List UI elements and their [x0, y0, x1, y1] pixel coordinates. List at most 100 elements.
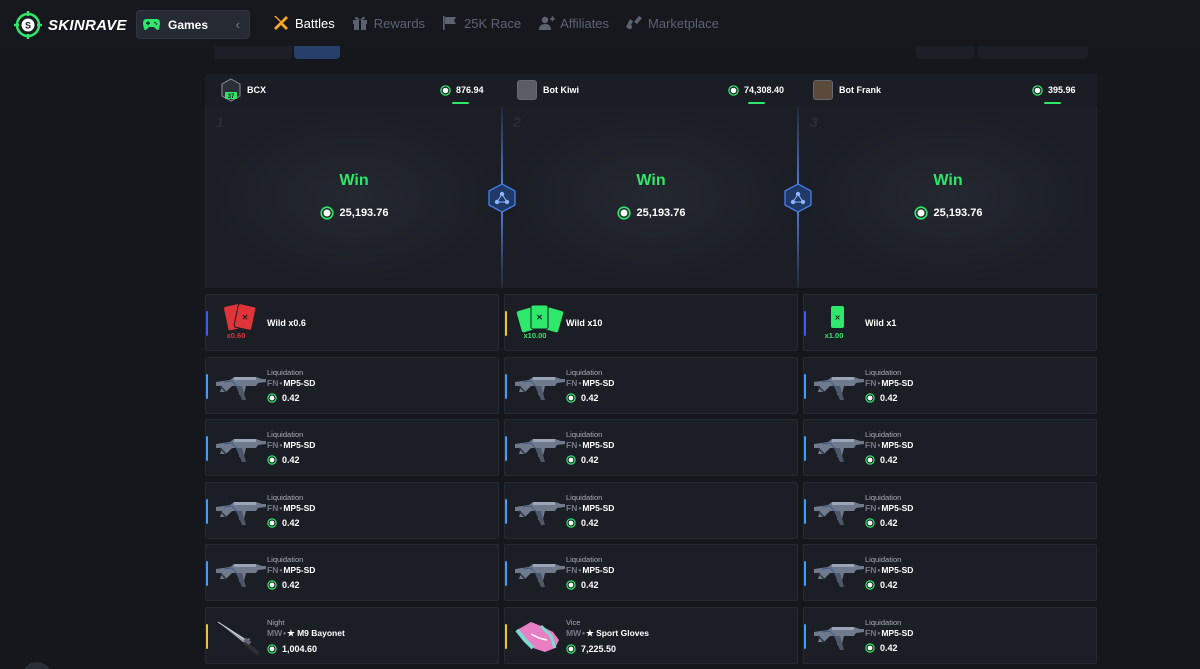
chevron-left-icon[interactable]: ‹: [236, 17, 240, 32]
brand-name: SKINRAVE: [48, 16, 127, 34]
battles-icon: [272, 14, 290, 32]
drop-item-card[interactable]: Liquidation FN•MP5-SD 0.42: [205, 357, 499, 414]
separator-dot: •: [877, 628, 881, 638]
item-price-value: 0.42: [880, 455, 898, 465]
coin-icon: [267, 393, 277, 403]
rarity-accent: [505, 374, 507, 399]
item-name: MP5-SD: [283, 440, 316, 450]
item-price-value: 0.42: [880, 580, 898, 590]
drop-item-card[interactable]: Liquidation FN•MP5-SD 0.42: [803, 357, 1097, 414]
coin-icon: [566, 518, 576, 528]
mp5-sd-image: [814, 564, 864, 587]
item-condition: FN: [566, 440, 578, 450]
player-bcx[interactable]: 37 BCX: [221, 74, 266, 106]
item-name-row: FN•MP5-SD: [267, 378, 315, 388]
games-button-label: Games: [168, 17, 209, 32]
item-skin-name: Liquidation: [865, 430, 902, 439]
drop-item-card[interactable]: Liquidation FN•MP5-SD 0.42: [504, 357, 798, 414]
toolbar-strip: [294, 46, 340, 59]
drop-item-card[interactable]: Liquidation FN•MP5-SD 0.42: [504, 419, 798, 476]
wild-card-item[interactable]: ✕ x10.00 Wild x10: [504, 294, 798, 351]
item-condition: MW: [267, 628, 283, 638]
main-nav: Battles Rewards 25K Race Affiliates Mark…: [272, 14, 735, 32]
item-info: Liquidation FN•MP5-SD 0.42: [566, 493, 614, 528]
add-user-icon: [537, 14, 555, 32]
player-bot-kiwi[interactable]: Bot Kiwi: [517, 74, 579, 106]
item-price-value: 0.42: [581, 393, 599, 403]
drop-item-card[interactable]: Liquidation FN•MP5-SD 0.42: [803, 419, 1097, 476]
item-price: 0.42: [865, 580, 913, 590]
coin-icon: [566, 580, 576, 590]
rarity-accent: [804, 374, 806, 399]
item-name: MP5-SD: [881, 503, 914, 513]
item-info: Liquidation FN•MP5-SD 0.42: [865, 555, 913, 590]
drop-item-card[interactable]: Vice MW•★ Sport Gloves 7,225.50: [504, 607, 798, 664]
item-price: 7,225.50: [566, 644, 649, 654]
drop-item-card[interactable]: Liquidation FN•MP5-SD 0.42: [504, 482, 798, 539]
result-slot: 1 Win 25,193.76: [206, 106, 502, 288]
mp5-sd-image: [216, 502, 266, 525]
item-name: MP5-SD: [283, 378, 316, 388]
item-price-value: 0.42: [282, 393, 300, 403]
rarity-accent: [206, 374, 208, 399]
item-price: 0.42: [865, 518, 913, 528]
drop-item-card[interactable]: Liquidation FN•MP5-SD 0.42: [205, 482, 499, 539]
drop-item-card[interactable]: Liquidation FN•MP5-SD 0.42: [803, 544, 1097, 601]
coin-icon: [865, 455, 875, 465]
result-status: Win: [339, 172, 369, 189]
item-condition: FN: [267, 565, 279, 575]
item-price-value: 1,004.60: [282, 644, 318, 654]
result-slot: 3 Win 25,193.76: [800, 106, 1096, 288]
coin-icon: [267, 518, 277, 528]
result-amount: 25,193.76: [206, 206, 502, 220]
item-price: 1,004.60: [267, 644, 345, 654]
marketplace-icon: [625, 14, 643, 32]
result-amount: 25,193.76: [800, 206, 1096, 220]
coin-icon: [865, 643, 875, 653]
item-condition: FN: [865, 378, 877, 388]
games-button[interactable]: Games ‹: [136, 10, 250, 39]
drop-item-card[interactable]: Liquidation FN•MP5-SD 0.42: [504, 544, 798, 601]
separator-dot: •: [578, 440, 582, 450]
item-info: Wild x10: [566, 317, 602, 328]
result-amount: 25,193.76: [503, 206, 799, 220]
wild-card-item[interactable]: ✕ x1.00 Wild x1: [803, 294, 1097, 351]
drop-item-card[interactable]: Liquidation FN•MP5-SD 0.42: [803, 482, 1097, 539]
item-condition: FN: [865, 503, 877, 513]
item-info: Night MW•★ M9 Bayonet 1,004.60: [267, 618, 345, 654]
drop-item-card[interactable]: Night MW•★ M9 Bayonet 1,004.60: [205, 607, 499, 664]
nav-item-affiliates[interactable]: Affiliates: [537, 14, 609, 32]
nav-item-race[interactable]: 25K Race: [441, 14, 521, 32]
coin-icon: [319, 206, 334, 220]
avatar: [517, 80, 537, 100]
separator-dot: •: [877, 440, 881, 450]
nav-item-rewards[interactable]: Rewards: [351, 14, 425, 32]
mp5-sd-image: [814, 439, 864, 462]
rarity-accent: [505, 499, 507, 524]
sport-gloves-image: [515, 622, 559, 652]
item-price: 0.42: [267, 518, 315, 528]
nav-item-battles[interactable]: Battles: [272, 14, 335, 32]
chat-toggle-button[interactable]: [22, 662, 52, 669]
brand-logo[interactable]: S SKINRAVE: [14, 11, 127, 39]
item-name: MP5-SD: [582, 565, 615, 575]
separator-dot: •: [877, 503, 881, 513]
nav-item-marketplace[interactable]: Marketplace: [625, 14, 719, 32]
drop-item-card[interactable]: Liquidation FN•MP5-SD 0.42: [205, 419, 499, 476]
player-value: 876.94: [440, 74, 484, 106]
drop-item-card[interactable]: Liquidation FN•MP5-SD 0.42: [205, 544, 499, 601]
item-name: MP5-SD: [881, 440, 914, 450]
item-price-value: 0.42: [581, 518, 599, 528]
rarity-accent: [505, 561, 507, 586]
coin-icon: [440, 84, 451, 96]
item-price-value: 0.42: [282, 455, 300, 465]
separator-dot: •: [877, 565, 881, 575]
team-hex-icon: [488, 183, 516, 213]
drop-item-card[interactable]: Liquidation FN•MP5-SD 0.42: [803, 607, 1097, 664]
rarity-accent: [206, 624, 208, 649]
player-bot-frank[interactable]: Bot Frank: [813, 74, 881, 106]
item-info: Liquidation FN•MP5-SD 0.42: [865, 618, 913, 653]
separator-dot: •: [279, 503, 283, 513]
multiplier-label: x0.60: [226, 331, 246, 340]
wild-card-item[interactable]: ✕ x0.60 Wild x0.6: [205, 294, 499, 351]
